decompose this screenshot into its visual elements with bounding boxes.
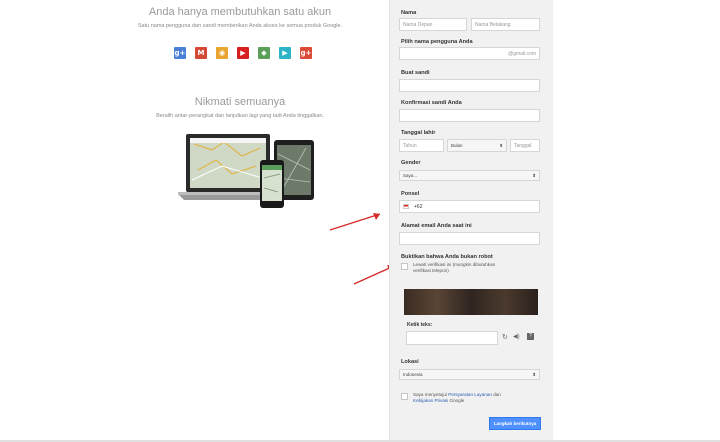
skip-verification-line-2: verifikasi telepon) (413, 268, 449, 273)
name-label: Nama (401, 10, 417, 16)
google-plus-red-icon: g+ (300, 47, 312, 59)
enjoy-heading: Nikmati semuanya (194, 96, 286, 108)
product-icons: g+ M ◉ ▶ ◆ ▶ g+ (174, 47, 312, 59)
gender-select[interactable]: Saya... ⬍ (399, 170, 540, 181)
terms-of-service-link[interactable]: Persyaratan Layanan (448, 392, 492, 397)
chrome-icon: ◉ (216, 47, 228, 59)
birth-month-value: Bulan (451, 143, 463, 148)
devices-illustration (178, 134, 314, 208)
chevron-updown-icon: ⬍ (532, 172, 536, 178)
agree-suffix: Google (448, 398, 465, 403)
agree-mid: dan (491, 392, 501, 397)
accounts-heading: Anda hanya membutuhkan satu akun (148, 6, 332, 18)
play-icon: ▶ (279, 47, 291, 59)
chevron-updown-icon: ⬍ (532, 371, 536, 377)
agree-terms-text: Saya menyetujui Persyaratan Layanan dan … (413, 392, 539, 404)
current-email-label: Alamat email Anda saat ini (401, 223, 472, 229)
birth-year-input[interactable]: Tahun (399, 139, 444, 152)
audio-icon[interactable]: ◀) (513, 333, 520, 340)
captcha-image (404, 289, 538, 315)
username-input[interactable]: @gmail.com (399, 47, 540, 60)
chevron-updown-icon: ⬍ (499, 142, 503, 148)
red-arrow-phone (329, 213, 381, 231)
skip-verification-checkbox[interactable] (401, 263, 408, 270)
phone-value: +62 (414, 203, 423, 210)
captcha-input[interactable] (406, 331, 498, 345)
skip-verification-text: Lewati verifikasi ini (mungkin dibutuhka… (413, 262, 495, 274)
help-icon[interactable]: ? (527, 333, 534, 340)
enjoy-subtext: Beralih antar-perangkat dan lanjutkan la… (156, 113, 324, 119)
location-label: Lokasi (401, 359, 419, 365)
phone-input[interactable]: +62 (399, 200, 540, 213)
password-label: Buat sandi (401, 70, 430, 76)
accounts-subtext: Satu nama pengguna dan sandi memberikan … (137, 23, 343, 29)
gmail-icon: M (195, 47, 207, 59)
maps-icon: ◆ (258, 47, 270, 59)
username-label: Pilih nama pengguna Anda (401, 39, 473, 45)
current-email-input[interactable] (399, 232, 540, 245)
youtube-icon: ▶ (237, 47, 249, 59)
indonesia-flag-icon[interactable] (403, 204, 409, 209)
refresh-icon[interactable]: ↻ (502, 333, 508, 341)
robot-proof-label: Buktikan bahwa Anda bukan robot (401, 254, 493, 260)
agree-prefix: Saya menyetujui (413, 392, 449, 397)
birth-day-input[interactable]: Tanggal (510, 139, 540, 152)
google-plus-icon: g+ (174, 47, 186, 59)
phone-label: Ponsel (401, 191, 420, 197)
agree-terms-checkbox[interactable] (401, 393, 408, 400)
birthdate-label: Tanggal lahir (401, 130, 436, 136)
phone-icon (260, 160, 284, 208)
gender-label: Gender (401, 160, 421, 166)
gmail-suffix: @gmail.com (508, 51, 536, 57)
captcha-label: Ketik teks: (407, 322, 433, 328)
last-name-input[interactable]: Nama Belakang (471, 18, 540, 31)
location-value: Indonesia (403, 372, 423, 377)
first-name-input[interactable]: Nama Depan (399, 18, 467, 31)
next-step-button[interactable]: Langkah berikutnya (489, 417, 541, 430)
location-select[interactable]: Indonesia ⬍ (399, 369, 540, 380)
confirm-password-label: Konfirmasi sandi Anda (401, 100, 462, 106)
password-input[interactable] (399, 79, 540, 92)
privacy-policy-link[interactable]: Kebijakan Privasi (413, 398, 448, 403)
gender-value: Saya... (403, 173, 418, 178)
birth-month-select[interactable]: Bulan ⬍ (447, 139, 507, 152)
confirm-password-input[interactable] (399, 109, 540, 122)
